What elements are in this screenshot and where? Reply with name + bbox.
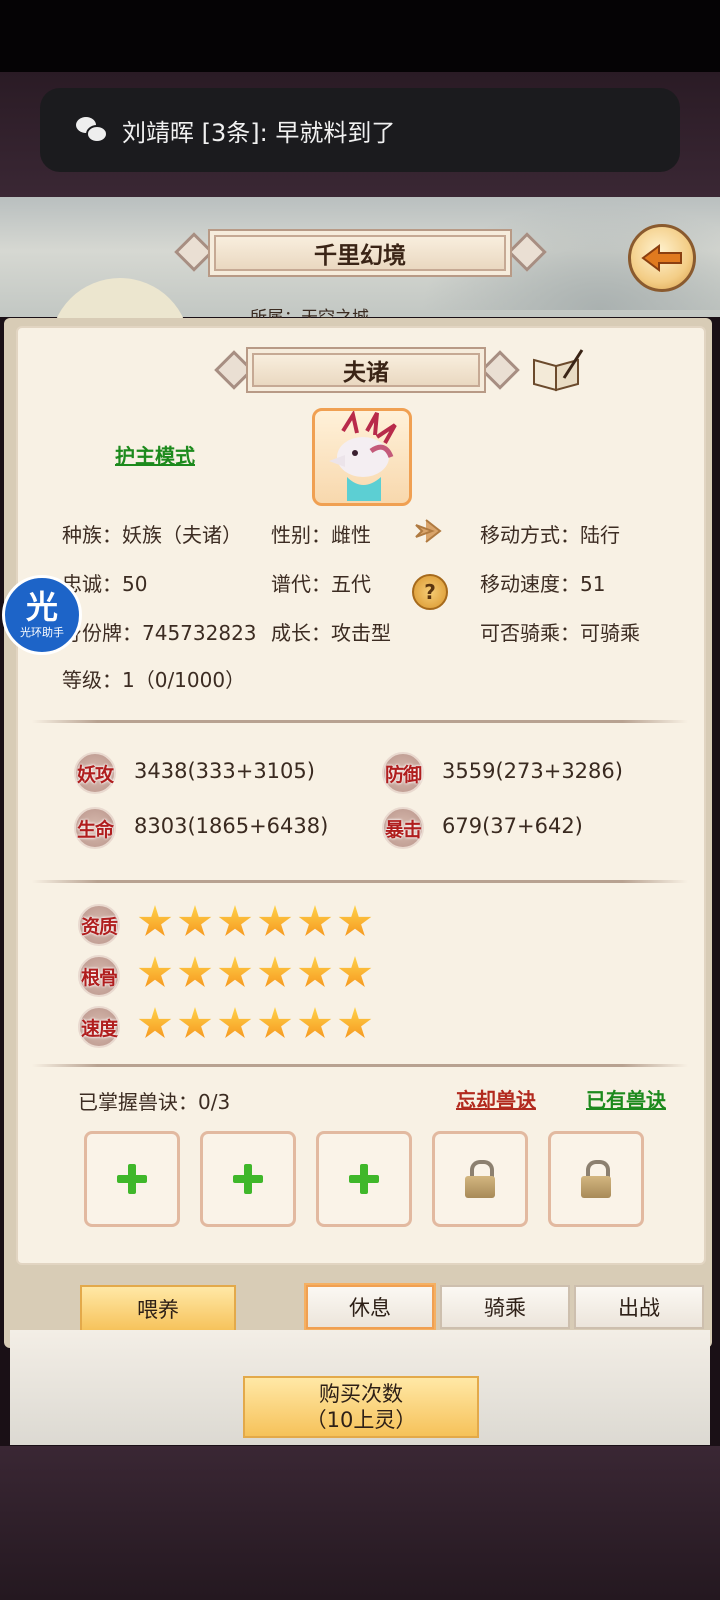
gender-info: 性别：雌性: [271, 523, 371, 547]
skill-slot-add[interactable]: [84, 1131, 180, 1227]
crit-stat-icon: 暴击: [382, 807, 424, 849]
star-icon: [258, 905, 292, 936]
aptitude-icon: 资质: [78, 904, 120, 946]
star-icon: [218, 1007, 252, 1038]
wechat-icon: [76, 117, 108, 143]
gender-arrow-icon[interactable]: [412, 516, 442, 546]
lock-icon: [581, 1160, 611, 1198]
status-strip: [0, 0, 720, 72]
defense-stat-icon: 防御: [382, 752, 424, 794]
divider: [32, 880, 688, 883]
plus-icon: [233, 1164, 263, 1194]
level-info: 等级：1（0/1000）: [62, 668, 246, 692]
generation-info: 谱代：五代: [271, 572, 371, 596]
constitution-icon: 根骨: [78, 955, 120, 997]
star-icon: [218, 956, 252, 987]
star-icon: [178, 956, 212, 987]
buy-count-button[interactable]: 购买次数 （10上灵）: [243, 1376, 479, 1438]
back-arrow-icon: [641, 244, 682, 272]
hp-stat-value: 8303(1865+6438): [134, 814, 329, 838]
battle-button[interactable]: 出战: [574, 1285, 704, 1329]
aptitude-stars: [138, 905, 372, 939]
pet-avatar[interactable]: [312, 408, 412, 506]
wechat-notification[interactable]: 刘靖晖 [3条]: 早就料到了: [40, 88, 680, 172]
guard-mode-link[interactable]: 护主模式: [115, 440, 195, 469]
star-icon: [138, 956, 172, 987]
star-icon: [138, 905, 172, 936]
star-icon: [178, 1007, 212, 1038]
frame-bottom: [0, 1446, 720, 1600]
skill-slot-add[interactable]: [200, 1131, 296, 1227]
speed-stars: [138, 1007, 372, 1041]
movement-type-info: 移动方式：陆行: [480, 523, 620, 547]
star-icon: [338, 905, 372, 936]
rest-button[interactable]: 休息: [306, 1285, 434, 1329]
divider: [32, 720, 688, 723]
constitution-stars: [138, 956, 372, 990]
plus-icon: [117, 1164, 147, 1194]
skill-slot-locked[interactable]: [548, 1131, 644, 1227]
plus-icon: [349, 1164, 379, 1194]
ride-button[interactable]: 骑乘: [440, 1285, 570, 1329]
star-icon: [298, 956, 332, 987]
skill-slot-locked[interactable]: [432, 1131, 528, 1227]
mastered-skills-count: 已掌握兽诀：0/3: [78, 1090, 231, 1114]
defense-stat-value: 3559(273+3286): [442, 759, 623, 783]
crit-stat-value: 679(37+642): [442, 814, 583, 838]
rideable-info: 可否骑乘：可骑乘: [480, 621, 640, 645]
star-icon: [298, 1007, 332, 1038]
notification-text: 刘靖晖 [3条]: 早就料到了: [122, 118, 396, 147]
attack-stat-value: 3438(333+3105): [134, 759, 315, 783]
star-icon: [338, 1007, 372, 1038]
back-button[interactable]: [628, 224, 696, 292]
lock-icon: [465, 1160, 495, 1198]
book-quill-icon[interactable]: [530, 348, 586, 392]
race-info: 种族：妖族（夫诸）: [62, 523, 242, 547]
pet-portrait-icon: [329, 411, 397, 501]
star-icon: [258, 1007, 292, 1038]
star-icon: [178, 905, 212, 936]
star-icon: [258, 956, 292, 987]
owned-skills-link[interactable]: 已有兽诀: [586, 1084, 666, 1113]
attack-stat-icon: 妖攻: [74, 752, 116, 794]
star-icon: [338, 956, 372, 987]
star-icon: [298, 905, 332, 936]
star-icon: [218, 905, 252, 936]
move-speed-info: 移动速度：51: [480, 572, 606, 596]
forget-skill-link[interactable]: 忘却兽诀: [456, 1084, 536, 1113]
id-card-info: 身份牌：745732823: [62, 621, 257, 645]
feed-button[interactable]: 喂养: [80, 1285, 236, 1333]
star-icon: [138, 1007, 172, 1038]
hp-stat-icon: 生命: [74, 807, 116, 849]
help-question-icon[interactable]: ?: [412, 574, 448, 610]
growth-info: 成长：攻击型: [271, 621, 391, 645]
skill-slot-add[interactable]: [316, 1131, 412, 1227]
speed-rating-icon: 速度: [78, 1006, 120, 1048]
halo-assistant-button[interactable]: 光 光环助手: [2, 575, 82, 655]
page-title: 千里幻境: [208, 229, 512, 277]
divider: [32, 1064, 688, 1067]
pet-name-banner: 夫诸: [246, 347, 486, 393]
